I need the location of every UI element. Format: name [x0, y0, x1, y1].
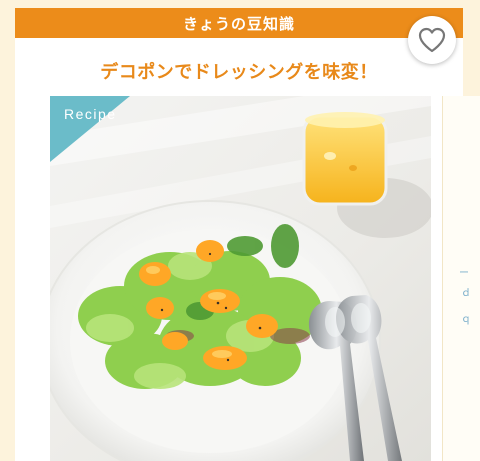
next-card-edge[interactable]: ー ｄ ｑ: [442, 96, 480, 461]
next-card-text-fragment: ー: [459, 268, 469, 279]
recipe-photo[interactable]: [50, 96, 431, 461]
section-header: きょうの豆知識: [15, 8, 463, 38]
section-title: きょうの豆知識: [182, 14, 295, 33]
next-card-text-fragment: ｄ: [461, 288, 471, 299]
salad-photo-image: [50, 96, 431, 461]
next-card-text-fragment: ｑ: [461, 314, 471, 325]
article-headline[interactable]: デコポンでドレッシングを味変！: [15, 58, 463, 84]
favorite-button[interactable]: [408, 16, 456, 64]
heart-icon: [418, 27, 446, 53]
recipe-badge-label: Recipe: [64, 106, 117, 122]
